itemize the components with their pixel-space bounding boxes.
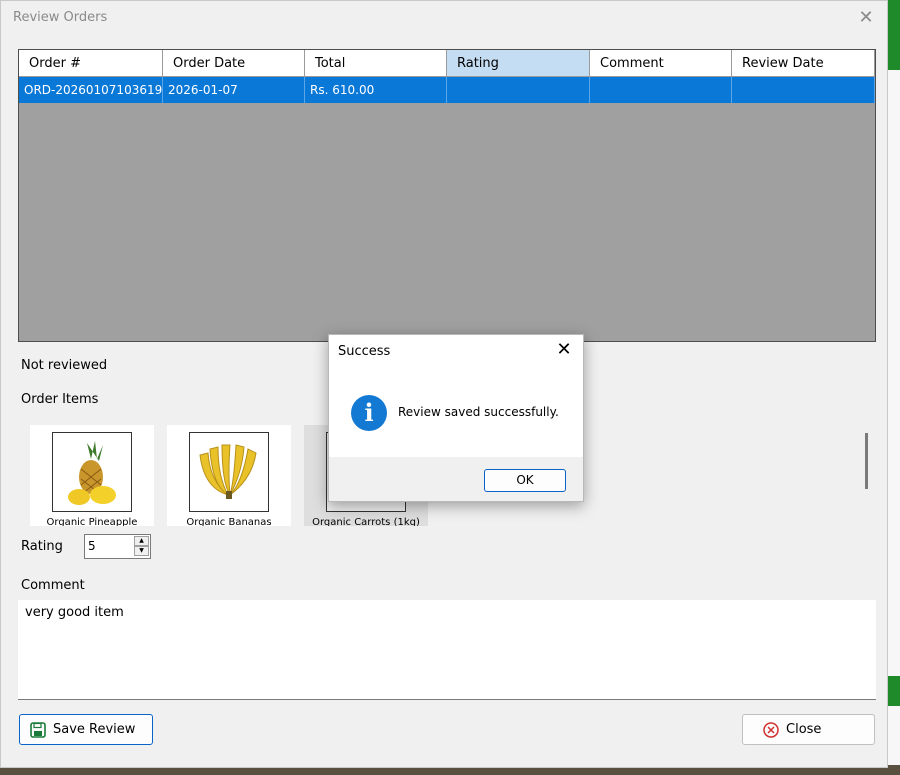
order-item-name: Organic Carrots (1kg) [312, 517, 420, 526]
review-status-label: Not reviewed [21, 358, 108, 373]
column-header-review-date[interactable]: Review Date [732, 50, 875, 76]
cell-review-date[interactable] [732, 77, 875, 103]
rating-value[interactable]: 5 [88, 539, 96, 553]
scrollbar-thumb[interactable] [865, 433, 868, 489]
cell-rating[interactable] [447, 77, 590, 103]
column-header-rating[interactable]: Rating [447, 50, 590, 76]
order-item-card[interactable]: Organic Bananas [167, 425, 291, 526]
rating-stepper[interactable]: 5 ▲ ▼ [84, 534, 151, 559]
pineapple-image [52, 432, 132, 512]
dialog-close-icon[interactable]: ✕ [553, 339, 575, 361]
order-item-name: Organic Pineapple [46, 517, 138, 526]
title-bar: Review Orders ✕ [1, 1, 887, 35]
column-header-order-date[interactable]: Order Date [163, 50, 305, 76]
cell-total[interactable]: Rs. 610.00 [305, 77, 447, 103]
close-label: Close [786, 722, 822, 737]
order-item-name: Organic Bananas [186, 517, 272, 526]
success-dialog: Success ✕ i Review saved successfully. O… [328, 334, 584, 502]
rating-label: Rating [21, 539, 63, 554]
column-header-total[interactable]: Total [305, 50, 447, 76]
save-review-label: Save Review [53, 722, 136, 737]
cell-order-date[interactable]: 2026-01-07 [163, 77, 305, 103]
background-banner [888, 0, 900, 70]
save-review-button[interactable]: Save Review [19, 714, 153, 745]
dialog-title: Success [338, 344, 391, 359]
stepper-up-icon[interactable]: ▲ [134, 536, 149, 546]
cell-order-no[interactable]: ORD-20260107103619 [19, 77, 163, 103]
close-circle-icon [763, 721, 779, 738]
dialog-footer: OK [329, 457, 583, 501]
background-button [888, 676, 900, 706]
bananas-image [189, 432, 269, 512]
column-header-comment[interactable]: Comment [590, 50, 732, 76]
cell-comment[interactable] [590, 77, 732, 103]
table-row[interactable]: ORD-20260107103619 2026-01-07 Rs. 610.00 [19, 77, 875, 103]
stepper-down-icon[interactable]: ▼ [134, 546, 149, 556]
comment-textarea[interactable]: very good item [18, 600, 876, 700]
order-items-label: Order Items [21, 392, 99, 407]
order-item-card[interactable]: Organic Pineapple [30, 425, 154, 526]
comment-text[interactable]: very good item [25, 605, 124, 620]
comment-label: Comment [21, 578, 85, 593]
grid-header: Order # Order Date Total Rating Comment … [19, 50, 875, 77]
items-scrollbar[interactable] [858, 413, 875, 526]
dialog-body: i Review saved successfully. [329, 367, 583, 457]
close-button[interactable]: Close [742, 714, 875, 745]
window-close-icon[interactable]: ✕ [855, 7, 877, 29]
dialog-message: Review saved successfully. [398, 405, 559, 419]
ok-button[interactable]: OK [484, 469, 566, 492]
info-icon: i [351, 395, 387, 431]
window-title: Review Orders [13, 10, 108, 25]
save-icon [30, 721, 46, 738]
orders-grid[interactable]: Order # Order Date Total Rating Comment … [18, 49, 876, 342]
column-header-order-no[interactable]: Order # [19, 50, 163, 76]
